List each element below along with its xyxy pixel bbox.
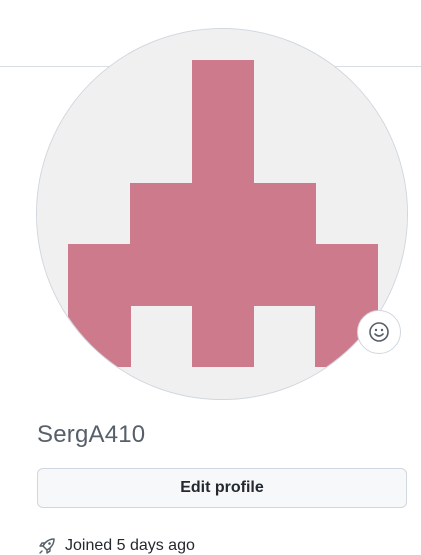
joined-date: Joined 5 days ago [37, 535, 195, 555]
set-status-button[interactable] [357, 310, 401, 354]
rocket-icon [37, 536, 57, 555]
profile-username: SergA410 [37, 421, 146, 448]
profile-sidebar: SergA410 Edit profile Joined 5 days ago [0, 0, 421, 555]
edit-profile-button[interactable]: Edit profile [37, 468, 407, 508]
avatar[interactable] [36, 28, 408, 400]
joined-text: Joined 5 days ago [65, 537, 195, 554]
smiley-icon [369, 322, 389, 342]
avatar-container [36, 28, 408, 400]
identicon-graphic [37, 29, 407, 399]
